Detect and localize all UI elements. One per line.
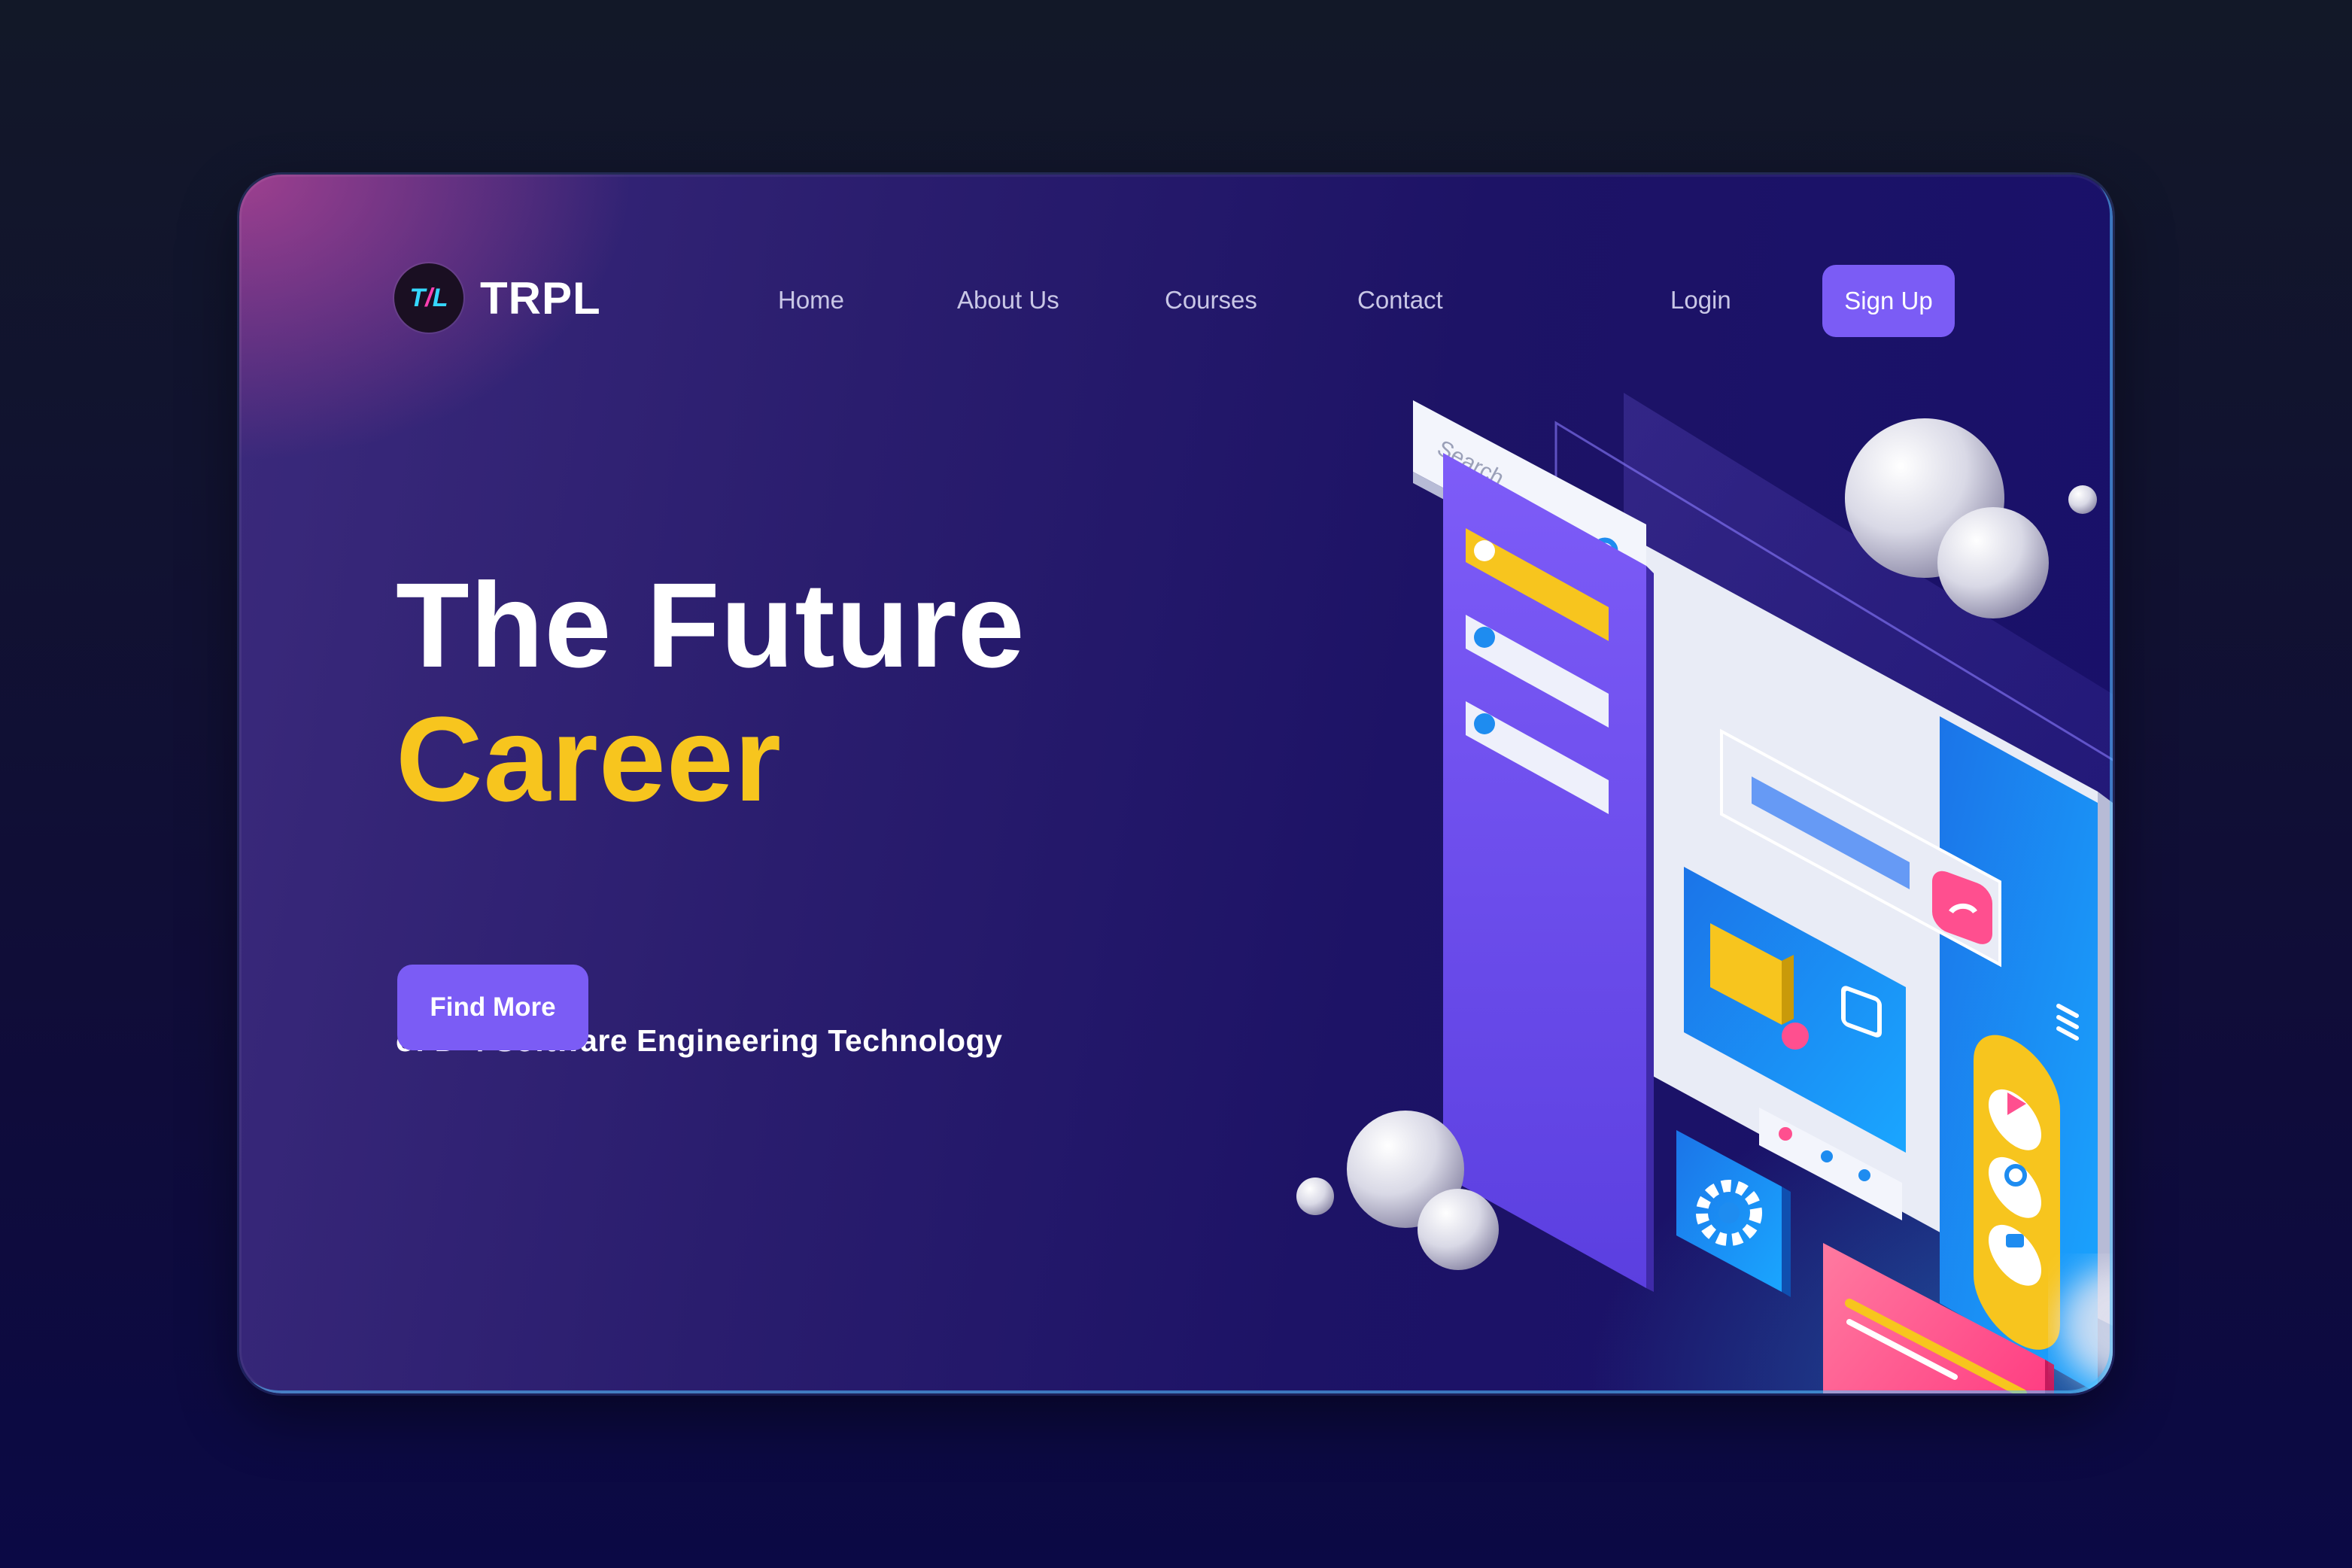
nav-courses[interactable]: Courses — [1165, 286, 1257, 315]
brand-name: TRPL — [480, 272, 601, 324]
sphere-tiny-top — [2068, 485, 2097, 514]
download-icon — [1858, 1169, 1870, 1181]
hero-card: T / L TRPL Home About Us Courses Contact L… — [239, 175, 2113, 1393]
signup-button[interactable]: Sign Up — [1822, 265, 1955, 337]
gear-small-icon — [1474, 627, 1495, 648]
video-icon — [2006, 1234, 2024, 1247]
nav-about-us[interactable]: About Us — [957, 286, 1059, 315]
top-nav: T / L TRPL Home About Us Courses Contact L… — [239, 175, 2113, 355]
sphere-medium-top — [1937, 507, 2049, 618]
logo-mark-icon: T / L — [394, 263, 463, 333]
brand-logo[interactable]: T / L TRPL — [394, 263, 601, 333]
find-more-button[interactable]: Find More — [397, 965, 588, 1050]
nav-home[interactable]: Home — [778, 286, 844, 315]
login-link[interactable]: Login — [1670, 286, 1731, 315]
home-icon — [1474, 540, 1495, 561]
nav-contact[interactable]: Contact — [1357, 286, 1443, 315]
share-icon — [1821, 1150, 1833, 1162]
hero-title-accent: Career — [396, 691, 782, 826]
sphere-left-tiny — [1296, 1178, 1334, 1215]
pink-dot — [1782, 1023, 1809, 1050]
isometric-ui-illustration: Search — [1296, 393, 2113, 1393]
hero-title: The Future — [396, 558, 1026, 692]
sphere-left-medium — [1418, 1189, 1499, 1270]
user-icon — [1474, 713, 1495, 734]
heart-icon — [1779, 1127, 1792, 1141]
